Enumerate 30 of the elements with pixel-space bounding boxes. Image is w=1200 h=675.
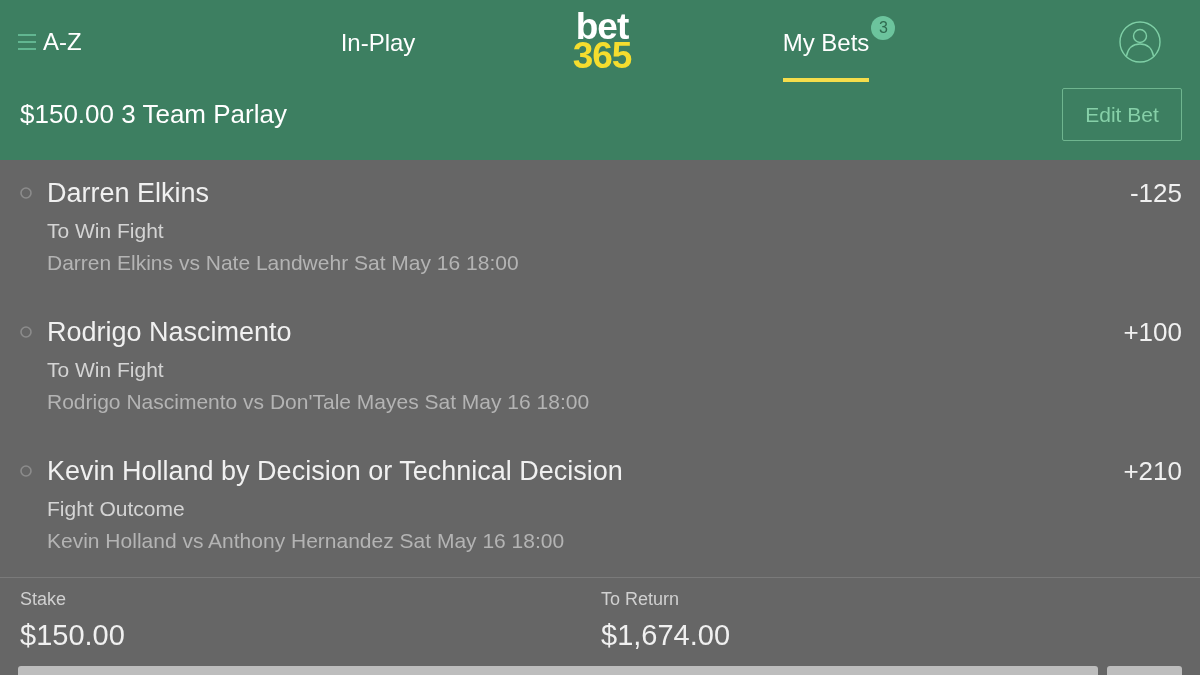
logo[interactable]: bet 365 [572, 12, 632, 70]
selection-name: Kevin Holland by Decision or Technical Decision [47, 456, 624, 486]
status-ring-icon [20, 326, 32, 338]
event-details: Rodrigo Nascimento vs Don'Tale Mayes Sat May 16 18:00 [47, 389, 591, 415]
wide-button[interactable] [18, 666, 1098, 675]
count-badge: 3 [871, 16, 896, 40]
menu-icon [18, 34, 36, 50]
market-name: Fight Outcome [47, 496, 186, 522]
event-details: Darren Elkins vs Nate Landwehr Sat May 16 18:00 [47, 250, 520, 276]
status-ring-icon [20, 465, 32, 477]
summary-value: $150.00 [20, 618, 126, 652]
odds: +100 [1123, 317, 1182, 347]
nav-tab[interactable]: My Bets [782, 28, 870, 82]
status-ring-icon [20, 187, 32, 199]
odds: +210 [1123, 456, 1182, 486]
edit-bet-button[interactable]: Edit Bet [1062, 88, 1182, 141]
summary-value: $1,674.00 [601, 618, 731, 652]
nav-tab[interactable]: In-Play [340, 28, 416, 82]
bet-title: $150.00 3 Team Parlay [20, 98, 287, 130]
selection-name: Rodrigo Nascimento [47, 317, 293, 347]
selection-name: Darren Elkins [47, 178, 211, 208]
menu-button[interactable]: A-Z [18, 27, 82, 57]
profile-icon[interactable] [1119, 21, 1161, 63]
market-name: To Win Fight [47, 357, 165, 383]
summary-label: Stake [20, 588, 68, 610]
small-button[interactable] [1107, 666, 1182, 675]
summary-label: To Return [601, 588, 681, 610]
market-name: To Win Fight [47, 218, 165, 244]
event-details: Kevin Holland vs Anthony Hernandez Sat May 16 18:00 [47, 528, 566, 554]
odds: -125 [1129, 178, 1182, 208]
